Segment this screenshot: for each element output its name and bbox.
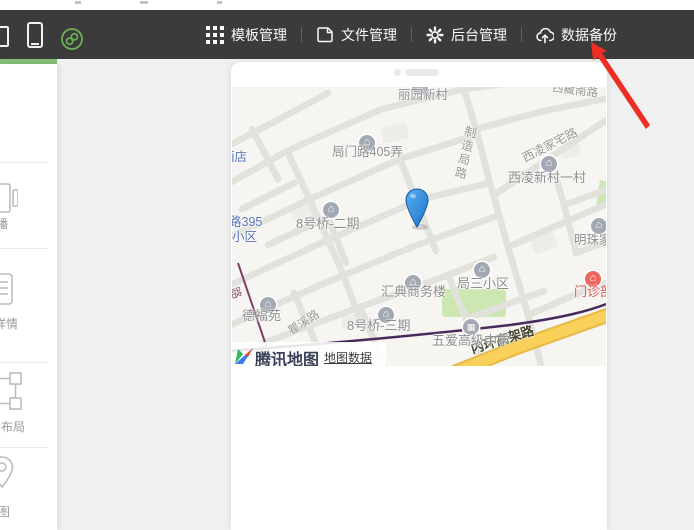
poi-label: 8号桥-三期 (347, 319, 411, 333)
poi-label: 门诊部 (574, 285, 606, 299)
sidebar-divider (0, 248, 48, 249)
sidebar-item-map[interactable]: 图 (0, 447, 57, 530)
preview-handle-dot (394, 69, 401, 76)
toolbar-menu: 模板管理 文件管理 (206, 10, 617, 59)
gear-icon (426, 26, 444, 44)
poi-home-icon (591, 218, 606, 234)
map-marker-pin[interactable] (402, 187, 432, 231)
map-data-link[interactable]: 地图数据 (324, 349, 372, 366)
menu-file-manage[interactable]: 文件管理 (316, 25, 397, 45)
poi-label: 8号桥-二期 (296, 217, 360, 231)
sidebar-item-layout[interactable]: 布局 (0, 362, 57, 447)
phone-preview-panel: 西藏南路 制造局路 西凌家宅路 瞿溪路 路 内环高架路 丽园新村 局门路405弄… (231, 62, 607, 530)
clipped-text-mark (140, 1, 148, 4)
sidebar-item-carousel[interactable]: 播 (0, 174, 57, 248)
map-pin-icon (0, 454, 17, 499)
sidebar-item-label: 详情 (0, 315, 18, 332)
sidebar-divider (0, 162, 48, 163)
clipped-text-mark (217, 1, 222, 4)
poi-label: 路395 (232, 216, 262, 230)
menu-label: 数据备份 (561, 25, 617, 45)
mobile-view-icon[interactable] (27, 22, 43, 48)
menu-label: 模板管理 (231, 25, 287, 45)
poi-label: 小区 (232, 231, 257, 245)
menu-separator (521, 27, 522, 42)
clipped-browser-strip (0, 0, 694, 10)
poi-label: 局三小区 (457, 277, 509, 291)
layout-nodes-icon (0, 370, 26, 412)
tencent-maps-logo-icon[interactable] (234, 345, 254, 365)
sidebar-item-label: 布局 (1, 418, 25, 435)
menu-label: 后台管理 (451, 25, 507, 45)
poi-label: 汇典商务楼 (381, 285, 446, 299)
menu-label: 文件管理 (341, 25, 397, 45)
poi-label: 丽园新村 (398, 89, 448, 103)
file-icon (316, 26, 334, 44)
grid-icon (206, 26, 224, 44)
preview-handle-pill (405, 69, 439, 76)
poi-label: 五爱高级中学 (432, 334, 510, 348)
sidebar-item-detail[interactable]: 详情 (0, 260, 57, 362)
sidebar-item-label: 播 (0, 215, 8, 232)
menu-data-backup[interactable]: 数据备份 (536, 25, 617, 45)
component-sidebar: 播 详情 布局 图 (0, 64, 57, 530)
cloud-upload-icon (536, 26, 554, 44)
tencent-maps-logo-text[interactable]: 腾讯地图 (255, 346, 319, 366)
menu-template-manage[interactable]: 模板管理 (206, 25, 287, 45)
sidebar-item-label: 图 (0, 503, 10, 520)
share-link-icon[interactable] (61, 28, 83, 50)
app-window: 模板管理 文件管理 (0, 0, 694, 530)
map-widget[interactable]: 西藏南路 制造局路 西凌家宅路 瞿溪路 路 内环高架路 丽园新村 局门路405弄… (232, 87, 606, 366)
detail-page-icon (0, 272, 15, 306)
desktop-view-icon[interactable] (0, 26, 9, 47)
poi-label: 局门路405弄 (332, 146, 403, 160)
menu-separator (301, 27, 302, 42)
poi-label: 酒店 (232, 151, 247, 165)
top-toolbar: 模板管理 文件管理 (0, 10, 694, 59)
poi-label: 明珠家 (574, 234, 606, 248)
menu-admin[interactable]: 后台管理 (426, 25, 507, 45)
poi-label: 西凌新村一村 (508, 171, 586, 185)
menu-separator (411, 27, 412, 42)
clipped-text-mark (75, 1, 81, 4)
poi-label: 德福苑 (242, 309, 281, 323)
carousel-icon (0, 180, 18, 216)
